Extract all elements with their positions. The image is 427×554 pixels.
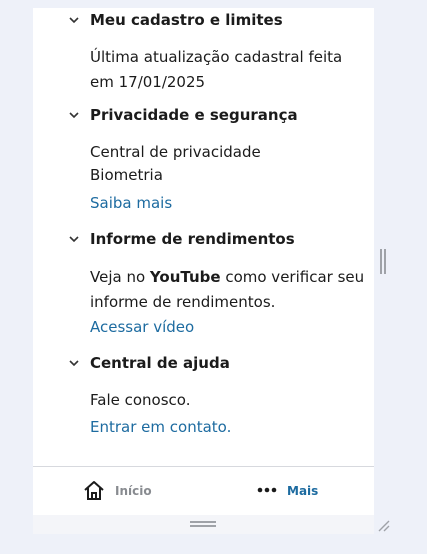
section-text-line: Fale conosco. bbox=[90, 391, 191, 409]
content-area: Meu cadastro e limites Última atualizaçã… bbox=[33, 8, 374, 466]
section-title: Informe de rendimentos bbox=[90, 230, 295, 248]
drag-handle-line bbox=[190, 521, 216, 523]
section-ajuda: Central de ajuda Fale conosco. Entrar em… bbox=[33, 353, 374, 443]
side-resize-grip[interactable] bbox=[380, 249, 386, 274]
section-informe-header[interactable]: Informe de rendimentos bbox=[33, 229, 374, 251]
drag-handle-line bbox=[190, 525, 216, 527]
biometrics-link[interactable]: Biometria bbox=[90, 166, 163, 184]
text-prefix: Veja no bbox=[90, 268, 150, 286]
nav-home-button[interactable]: Início bbox=[81, 467, 201, 515]
section-title: Central de ajuda bbox=[90, 354, 230, 372]
section-title: Privacidade e segurança bbox=[90, 106, 298, 124]
nav-more-label: Mais bbox=[287, 484, 319, 498]
resize-corner-icon[interactable] bbox=[376, 518, 390, 532]
chevron-down-icon bbox=[69, 360, 79, 367]
more-dots-icon bbox=[257, 487, 277, 493]
chevron-down-icon bbox=[69, 17, 79, 24]
section-cadastro-header[interactable]: Meu cadastro e limites bbox=[33, 10, 374, 32]
learn-more-link[interactable]: Saiba mais bbox=[90, 194, 172, 212]
text-suffix: como verificar seu bbox=[220, 268, 365, 286]
app-panel: Meu cadastro e limites Última atualizaçã… bbox=[33, 8, 374, 534]
section-text-line: informe de rendimentos. bbox=[90, 293, 276, 311]
section-informe: Informe de rendimentos Veja no YouTube c… bbox=[33, 229, 374, 339]
section-title: Meu cadastro e limites bbox=[90, 11, 283, 29]
grip-line bbox=[384, 249, 386, 274]
nav-more-button[interactable]: Mais bbox=[255, 467, 365, 515]
section-text-line: Última atualização cadastral feita bbox=[90, 48, 343, 66]
bottom-strip bbox=[33, 515, 374, 534]
bottom-nav: Início Mais bbox=[33, 467, 374, 515]
home-icon bbox=[84, 481, 104, 500]
grip-line bbox=[380, 249, 382, 274]
contact-link[interactable]: Entrar em contato. bbox=[90, 418, 231, 436]
section-privacidade-header[interactable]: Privacidade e segurança bbox=[33, 105, 374, 127]
nav-home-label: Início bbox=[115, 484, 152, 498]
youtube-bold-text: YouTube bbox=[149, 268, 221, 286]
chevron-down-icon bbox=[69, 112, 79, 119]
section-text-line: em 17/01/2025 bbox=[90, 73, 206, 91]
watch-video-link[interactable]: Acessar vídeo bbox=[90, 318, 194, 336]
chevron-down-icon bbox=[69, 236, 79, 243]
privacy-center-link[interactable]: Central de privacidade bbox=[90, 143, 261, 161]
section-ajuda-header[interactable]: Central de ajuda bbox=[33, 353, 374, 375]
section-text-line: Veja no YouTube como verificar seu bbox=[90, 268, 364, 286]
section-privacidade: Privacidade e segurança Central de priva… bbox=[33, 105, 374, 215]
section-cadastro: Meu cadastro e limites Última atualizaçã… bbox=[33, 10, 374, 91]
drag-handle[interactable] bbox=[190, 521, 216, 528]
